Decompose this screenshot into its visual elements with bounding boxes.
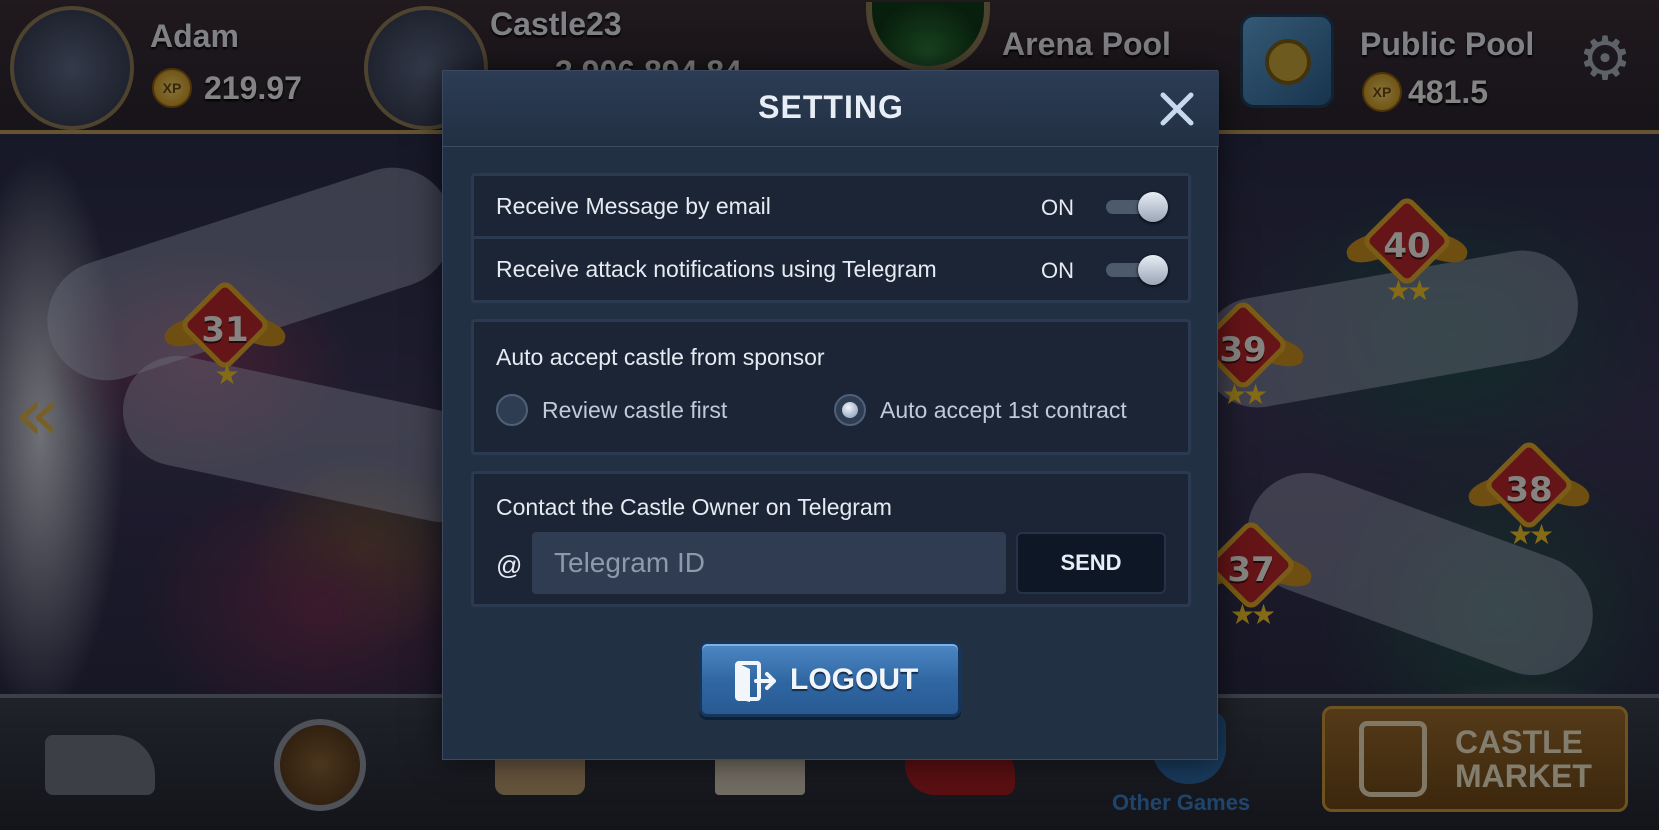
dialog-title: SETTING: [758, 89, 904, 125]
close-button[interactable]: [1155, 87, 1199, 131]
telegram-id-input[interactable]: [532, 532, 1006, 594]
review-castle-radio[interactable]: Review castle first: [496, 392, 796, 428]
telegram-notification-label: Receive attack notifications using Teleg…: [496, 256, 937, 282]
email-notification-row: Receive Message by email ON: [474, 176, 1188, 236]
review-castle-label: Review castle first: [542, 397, 728, 423]
telegram-notification-row: Receive attack notifications using Teleg…: [474, 239, 1188, 299]
telegram-notification-state: ON: [1041, 258, 1074, 283]
radio-selected-icon[interactable]: [834, 394, 866, 426]
auto-accept-panel: Auto accept castle from sponsor Review c…: [471, 319, 1191, 455]
dialog-header: SETTING: [443, 71, 1219, 147]
contact-title: Contact the Castle Owner on Telegram: [496, 494, 892, 520]
auto-accept-radio[interactable]: Auto accept 1st contract: [834, 392, 1164, 428]
logout-label: LOGOUT: [790, 663, 919, 696]
logout-button[interactable]: LOGOUT: [699, 641, 961, 717]
auto-accept-label: Auto accept 1st contract: [880, 397, 1127, 423]
setting-dialog: SETTING Receive Message by email ON Rece…: [442, 70, 1219, 760]
close-icon: [1160, 92, 1194, 126]
email-notification-state: ON: [1041, 195, 1074, 220]
telegram-notification-toggle[interactable]: [1106, 255, 1168, 285]
contact-panel: Contact the Castle Owner on Telegram @ S…: [471, 471, 1191, 607]
at-sign: @: [496, 550, 523, 580]
email-notification-label: Receive Message by email: [496, 193, 771, 219]
logout-icon: [735, 661, 776, 702]
auto-accept-title: Auto accept castle from sponsor: [496, 344, 825, 370]
email-notification-toggle[interactable]: [1106, 192, 1168, 222]
notifications-panel: Receive Message by email ON Receive atta…: [471, 173, 1191, 303]
send-button[interactable]: SEND: [1016, 532, 1166, 594]
radio-unselected-icon[interactable]: [496, 394, 528, 426]
